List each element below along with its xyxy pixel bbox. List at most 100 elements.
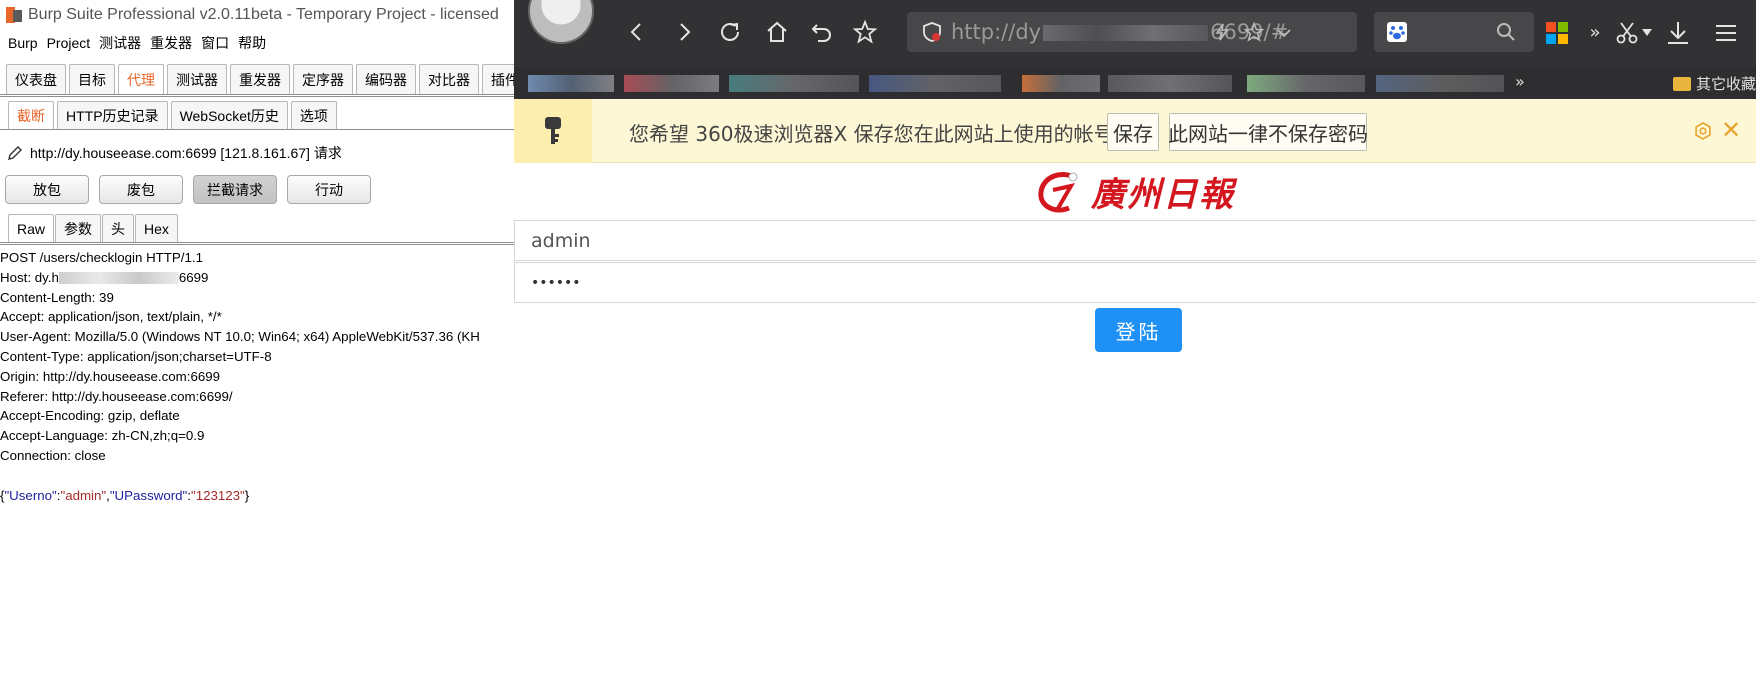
security-shield-icon[interactable] <box>921 21 943 43</box>
forward-button[interactable]: 放包 <box>5 175 89 204</box>
tab-dashboard[interactable]: 仪表盘 <box>6 64 66 94</box>
tab-params[interactable]: 参数 <box>55 214 102 242</box>
tab-intercept[interactable]: 截断 <box>8 101 54 129</box>
action-button[interactable]: 行动 <box>287 175 371 204</box>
key-icon-area <box>514 99 592 163</box>
intercept-target: http://dy.houseease.com:6699 [121.8.161.… <box>6 143 342 163</box>
message-view-tabs: Raw 参数 头 Hex <box>8 214 178 242</box>
burp-menu-bar: Burp Project 测试器 重发器 窗口 帮助 <box>0 30 514 56</box>
bookmark-item[interactable] <box>1376 75 1504 92</box>
raw-request-editor[interactable]: POST /users/checklogin HTTP/1.1 Host: dy.… <box>0 248 480 505</box>
tab-hex[interactable]: Hex <box>135 214 178 242</box>
user-avatar[interactable] <box>528 0 594 44</box>
burp-logo-icon <box>6 6 22 24</box>
proxy-subtabs: 截断 HTTP历史记录 WebSocket历史 选项 <box>8 101 337 129</box>
username-value: admin <box>531 229 591 252</box>
header-line: User-Agent: Mozilla/5.0 (Windows NT 10.0… <box>0 329 480 345</box>
bookmark-item[interactable] <box>528 75 614 92</box>
bookmarks-overflow[interactable]: » <box>1515 72 1525 91</box>
bookmark-star-icon[interactable] <box>1243 21 1265 43</box>
password-input[interactable]: •••••• <box>514 262 1756 303</box>
menu-window[interactable]: 窗口 <box>201 33 229 53</box>
menu-burp[interactable]: Burp <box>8 35 38 51</box>
settings-gear-icon[interactable] <box>1692 120 1714 142</box>
url-text: http://dy 6699/# <box>951 20 1289 44</box>
tab-websocket-history[interactable]: WebSocket历史 <box>170 101 288 129</box>
header-line: Origin: http://dy.houseease.com:6699 <box>0 368 221 384</box>
browser-window: http://dy 6699/# » » 其它收藏 您希望 360极速浏览器X … <box>514 0 1756 687</box>
tab-options[interactable]: 选项 <box>290 101 337 129</box>
folder-icon <box>1672 76 1691 91</box>
save-password-button[interactable]: 保存 <box>1107 113 1159 151</box>
tab-extender[interactable]: 插件扩 <box>482 64 514 94</box>
login-button[interactable]: 登陆 <box>1095 308 1182 352</box>
bookmark-item[interactable] <box>869 75 1001 92</box>
header-line: Referer: http://dy.houseease.com:6699/ <box>0 388 233 404</box>
request-line: POST /users/checklogin HTTP/1.1 <box>0 250 203 265</box>
lightning-icon[interactable] <box>1212 22 1232 42</box>
header-line: Accept-Language: zh-CN,zh;q=0.9 <box>0 428 205 444</box>
tab-repeater[interactable]: 重发器 <box>230 64 290 94</box>
other-bookmarks-folder[interactable]: 其它收藏 <box>1672 73 1756 94</box>
undo-icon[interactable] <box>803 14 839 50</box>
host-header: Host: dy.h 6699 <box>0 269 209 285</box>
never-save-button[interactable]: 此网站一律不保存密码 <box>1168 113 1368 151</box>
tab-decoder[interactable]: 编码器 <box>356 64 416 94</box>
header-line: Connection: close <box>0 447 106 463</box>
request-target-text: http://dy.houseease.com:6699 [121.8.161.… <box>30 145 342 161</box>
address-bar[interactable]: http://dy 6699/# <box>907 12 1357 52</box>
tab-http-history[interactable]: HTTP历史记录 <box>57 101 168 129</box>
back-icon[interactable] <box>619 14 655 50</box>
forward-icon[interactable] <box>666 14 702 50</box>
bookmarks-bar: » 其它收藏 <box>514 67 1756 99</box>
pencil-icon <box>8 146 22 160</box>
search-box[interactable] <box>1374 12 1534 52</box>
home-icon[interactable] <box>759 14 795 50</box>
chevron-down-icon[interactable] <box>1275 24 1293 42</box>
intercept-toggle-button[interactable]: 拦截请求 <box>193 175 277 204</box>
menu-project[interactable]: Project <box>47 35 91 51</box>
bookmark-item[interactable] <box>1022 75 1100 92</box>
search-icon[interactable] <box>1495 21 1517 43</box>
logo-text: 廣州日報 <box>1091 175 1235 215</box>
header-line: Accept: application/json, text/plain, */… <box>0 309 222 325</box>
baidu-paw-icon <box>1387 22 1407 42</box>
menu-help[interactable]: 帮助 <box>238 33 266 53</box>
divider <box>0 129 514 130</box>
divider <box>0 242 514 245</box>
tab-proxy[interactable]: 代理 <box>118 64 164 94</box>
menu-repeater[interactable]: 重发器 <box>150 33 192 53</box>
redacted-url <box>1043 25 1209 41</box>
burp-window: Burp Suite Professional v2.0.11beta - Te… <box>0 0 514 687</box>
bookmark-item[interactable] <box>624 75 719 92</box>
tab-target[interactable]: 目标 <box>69 64 115 94</box>
bookmark-item[interactable] <box>1108 75 1232 92</box>
reload-icon[interactable] <box>712 14 748 50</box>
caret-down-icon[interactable] <box>1642 29 1652 37</box>
newspaper-emblem-icon <box>1038 171 1078 212</box>
tab-raw[interactable]: Raw <box>8 214 55 242</box>
download-icon[interactable] <box>1665 20 1691 46</box>
apps-grid-icon[interactable] <box>1546 22 1568 44</box>
drop-button[interactable]: 废包 <box>99 175 183 204</box>
divider <box>0 94 514 97</box>
scissors-icon[interactable] <box>1615 21 1639 45</box>
star-icon[interactable] <box>847 14 883 50</box>
tab-comparer[interactable]: 对比器 <box>419 64 479 94</box>
tab-sequencer[interactable]: 定序器 <box>293 64 353 94</box>
burp-window-title: Burp Suite Professional v2.0.11beta - Te… <box>28 6 499 23</box>
bookmark-item[interactable] <box>729 75 859 92</box>
more-extensions-icon[interactable]: » <box>1577 14 1613 50</box>
request-body: {"Userno":"admin","UPassword":"123123"} <box>0 487 250 503</box>
redacted-host <box>58 272 179 285</box>
menu-icon[interactable] <box>1714 21 1738 45</box>
save-password-message: 您希望 360极速浏览器X 保存您在此网站上使用的帐号吗? <box>629 122 1145 146</box>
close-icon[interactable]: ✕ <box>1718 116 1744 144</box>
bookmark-item[interactable] <box>1247 75 1365 92</box>
username-input[interactable]: admin <box>514 220 1756 261</box>
header-line: Content-Length: 39 <box>0 289 114 305</box>
menu-intruder[interactable]: 测试器 <box>99 33 141 53</box>
other-bookmarks-label: 其它收藏 <box>1695 75 1756 93</box>
tab-intruder[interactable]: 测试器 <box>167 64 227 94</box>
tab-headers[interactable]: 头 <box>102 214 135 242</box>
